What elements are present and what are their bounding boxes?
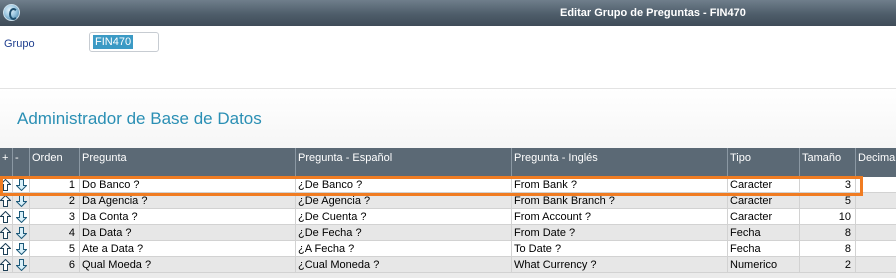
- cell-orden[interactable]: 6: [30, 257, 80, 273]
- arrow-up-icon[interactable]: [0, 179, 11, 191]
- app-logo-icon[interactable]: [3, 4, 20, 21]
- cell-tamano[interactable]: 5: [800, 193, 856, 209]
- row-down-cell: [13, 241, 30, 257]
- cell-tamano[interactable]: 2: [800, 257, 856, 273]
- title-bar: Editar Grupo de Preguntas - FIN470: [0, 0, 896, 26]
- row-up-cell: [0, 241, 13, 257]
- row-up-cell: [0, 257, 13, 273]
- cell-decimal[interactable]: [856, 241, 896, 257]
- header-remove[interactable]: -: [13, 148, 30, 177]
- cell-pregunta-es[interactable]: ¿Cual Moneda ?: [296, 257, 512, 273]
- arrow-down-icon[interactable]: [16, 243, 27, 255]
- cell-orden[interactable]: 1: [30, 177, 80, 193]
- cell-pregunta[interactable]: Da Data ?: [80, 225, 296, 241]
- arrow-down-icon[interactable]: [16, 179, 27, 191]
- cell-tamano[interactable]: 8: [800, 241, 856, 257]
- cell-pregunta-es[interactable]: ¿De Banco ?: [296, 177, 512, 193]
- arrow-up-icon[interactable]: [0, 243, 11, 255]
- cell-tipo[interactable]: Caracter: [728, 177, 800, 193]
- table-row[interactable]: 2 Da Agencia ? ¿De Agencia ? From Bank Bran…: [0, 193, 896, 209]
- cell-tipo[interactable]: Numerico: [728, 257, 800, 273]
- row-down-cell: [13, 193, 30, 209]
- cell-pregunta[interactable]: Do Banco ?: [80, 177, 296, 193]
- table-row[interactable]: 1 Do Banco ? ¿De Banco ? From Bank ? Caracte…: [0, 177, 896, 193]
- table-row[interactable]: 4 Da Data ? ¿De Fecha ? From Date ? Fecha 8: [0, 225, 896, 241]
- row-down-cell: [13, 225, 30, 241]
- grupo-field-value: FIN470: [93, 35, 134, 49]
- window-title: Editar Grupo de Preguntas - FIN470: [560, 7, 746, 19]
- header-add[interactable]: +: [0, 148, 13, 177]
- cell-tamano[interactable]: 10: [800, 209, 856, 225]
- cell-pregunta-es[interactable]: ¿De Fecha ?: [296, 225, 512, 241]
- header-decimal[interactable]: Decimal: [856, 148, 896, 177]
- row-up-cell: [0, 177, 13, 193]
- grupo-field[interactable]: FIN470: [89, 32, 159, 52]
- header-orden[interactable]: Orden: [30, 148, 80, 177]
- row-up-cell: [0, 193, 13, 209]
- cell-tamano[interactable]: 3: [800, 177, 856, 193]
- cell-pregunta-en[interactable]: From Bank ?: [512, 177, 728, 193]
- cell-decimal[interactable]: [856, 209, 896, 225]
- cell-pregunta-en[interactable]: From Date ?: [512, 225, 728, 241]
- arrow-down-icon[interactable]: [16, 195, 27, 207]
- header-pregunta[interactable]: Pregunta: [80, 148, 296, 177]
- cell-pregunta[interactable]: Ate a Data ?: [80, 241, 296, 257]
- cell-tipo[interactable]: Caracter: [728, 193, 800, 209]
- cell-tipo[interactable]: Fecha: [728, 225, 800, 241]
- cell-decimal[interactable]: [856, 257, 896, 273]
- cell-tipo[interactable]: Caracter: [728, 209, 800, 225]
- arrow-down-icon[interactable]: [16, 259, 27, 271]
- grupo-label: Grupo: [4, 38, 35, 50]
- cell-pregunta-en[interactable]: What Currency ?: [512, 257, 728, 273]
- grid-header-row: + - Orden Pregunta Pregunta - Español Pr…: [0, 148, 896, 177]
- header-pregunta-en[interactable]: Pregunta - Inglés: [512, 148, 728, 177]
- cell-decimal[interactable]: [856, 193, 896, 209]
- cell-pregunta-en[interactable]: From Bank Branch ?: [512, 193, 728, 209]
- row-up-cell: [0, 209, 13, 225]
- arrow-down-icon[interactable]: [16, 211, 27, 223]
- header-tipo[interactable]: Tipo: [728, 148, 800, 177]
- row-down-cell: [13, 177, 30, 193]
- cell-decimal[interactable]: [856, 177, 896, 193]
- table-row[interactable]: 6 Qual Moeda ? ¿Cual Moneda ? What Currency…: [0, 257, 896, 273]
- cell-pregunta-es[interactable]: ¿De Cuenta ?: [296, 209, 512, 225]
- cell-pregunta[interactable]: Da Agencia ?: [80, 193, 296, 209]
- arrow-up-icon[interactable]: [0, 195, 11, 207]
- cell-tamano[interactable]: 8: [800, 225, 856, 241]
- cell-pregunta-es[interactable]: ¿De Agencia ?: [296, 193, 512, 209]
- section-title: Administrador de Base de Datos: [17, 109, 262, 128]
- cell-orden[interactable]: 4: [30, 225, 80, 241]
- row-down-cell: [13, 209, 30, 225]
- header-pregunta-es[interactable]: Pregunta - Español: [296, 148, 512, 177]
- arrow-up-icon[interactable]: [0, 227, 11, 239]
- cell-tipo[interactable]: Fecha: [728, 241, 800, 257]
- questions-grid: + - Orden Pregunta Pregunta - Español Pr…: [0, 148, 896, 278]
- cell-orden[interactable]: 2: [30, 193, 80, 209]
- arrow-down-icon[interactable]: [16, 227, 27, 239]
- row-up-cell: [0, 225, 13, 241]
- cell-orden[interactable]: 5: [30, 241, 80, 257]
- cell-pregunta[interactable]: Da Conta ?: [80, 209, 296, 225]
- cell-orden[interactable]: 3: [30, 209, 80, 225]
- arrow-up-icon[interactable]: [0, 259, 11, 271]
- cell-pregunta-en[interactable]: From Account ?: [512, 209, 728, 225]
- cell-pregunta[interactable]: Qual Moeda ?: [80, 257, 296, 273]
- cell-pregunta-en[interactable]: To Date ?: [512, 241, 728, 257]
- row-down-cell: [13, 257, 30, 273]
- arrow-up-icon[interactable]: [0, 211, 11, 223]
- cell-pregunta-es[interactable]: ¿A Fecha ?: [296, 241, 512, 257]
- table-row[interactable]: 5 Ate a Data ? ¿A Fecha ? To Date ? Fecha 8: [0, 241, 896, 257]
- cell-decimal[interactable]: [856, 225, 896, 241]
- table-row[interactable]: 3 Da Conta ? ¿De Cuenta ? From Account ? Car…: [0, 209, 896, 225]
- header-tamano[interactable]: Tamaño: [800, 148, 856, 177]
